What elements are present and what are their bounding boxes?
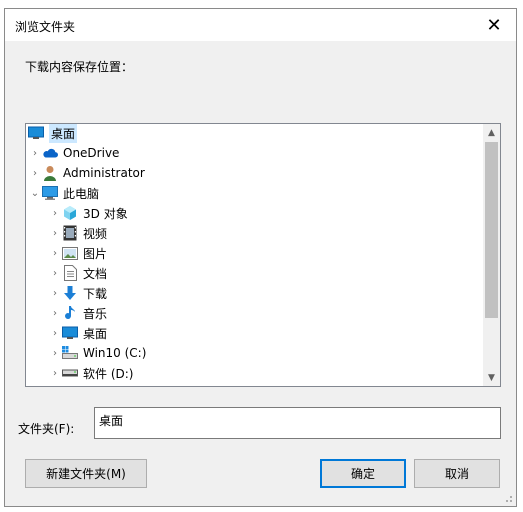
tree-item[interactable]: › 文档	[26, 263, 500, 283]
tree-item-label: Win10 (C:)	[83, 346, 147, 360]
cloud-icon	[42, 145, 58, 161]
ok-button[interactable]: 确定	[320, 459, 406, 488]
resize-grip-icon[interactable]	[503, 493, 513, 503]
tree-item[interactable]: 桌面	[26, 124, 486, 143]
chevron-right-icon[interactable]: ›	[28, 148, 42, 159]
tree-item[interactable]: › 视频	[26, 223, 500, 243]
download-icon	[62, 285, 78, 301]
desktop-icon	[28, 125, 44, 141]
chevron-right-icon[interactable]: ›	[48, 328, 62, 339]
tree-item-label: 下载	[83, 286, 108, 301]
drive-icon	[62, 365, 78, 381]
tree-item[interactable]: › Win10 (C:)	[26, 343, 500, 363]
chevron-right-icon[interactable]: ›	[48, 228, 62, 239]
tree-item-label: 图片	[83, 246, 108, 261]
documents-icon	[62, 265, 78, 281]
scroll-thumb[interactable]	[485, 142, 498, 318]
tree-item[interactable]: › 桌面	[26, 323, 500, 343]
tree-item-label: 此电脑	[63, 186, 100, 201]
chevron-down-icon[interactable]: ⌄	[28, 188, 42, 199]
folder-field-label: 文件夹(F):	[18, 422, 75, 436]
computer-icon	[42, 185, 58, 201]
close-button[interactable]: ✕	[472, 9, 516, 41]
tree-item[interactable]: › OneDrive	[26, 143, 486, 163]
desktop-icon	[62, 325, 78, 341]
music-icon	[62, 305, 78, 321]
system-drive-icon	[62, 345, 78, 361]
tree-item-label: 3D 对象	[83, 206, 128, 221]
prompt-text: 下载内容保存位置：	[25, 60, 134, 74]
tree-item[interactable]: › 3D 对象	[26, 203, 500, 223]
chevron-up-icon: ▲	[488, 127, 495, 138]
chevron-right-icon[interactable]: ›	[28, 168, 42, 179]
folder-tree[interactable]: 桌面 › OneDrive › Administrator ⌄ 此电脑 › 3D 对象 › 视频 › 图…	[25, 123, 501, 387]
chevron-right-icon[interactable]: ›	[48, 268, 62, 279]
chevron-down-icon: ▼	[488, 372, 495, 383]
close-icon: ✕	[486, 14, 502, 36]
cancel-label: 取消	[444, 467, 469, 481]
chevron-right-icon[interactable]: ›	[48, 348, 62, 359]
3d-objects-icon	[62, 205, 78, 221]
scroll-down-button[interactable]: ▼	[483, 369, 500, 386]
tree-item-label: 桌面	[83, 326, 108, 341]
title-bar: 浏览文件夹 ✕	[5, 9, 516, 41]
tree-item-label: OneDrive	[63, 146, 120, 160]
chevron-right-icon[interactable]: ›	[48, 248, 62, 259]
tree-item-label: 桌面	[49, 124, 78, 143]
browse-folder-dialog: 浏览文件夹 ✕ 下载内容保存位置： 桌面 › OneDrive › Administra…	[4, 8, 517, 507]
tree-item[interactable]: › 软件 (D:)	[26, 363, 500, 383]
vertical-scrollbar[interactable]: ▲ ▼	[483, 124, 500, 386]
new-folder-button[interactable]: 新建文件夹(M)	[25, 459, 147, 488]
chevron-right-icon[interactable]: ›	[48, 308, 62, 319]
dialog-title: 浏览文件夹	[15, 20, 76, 34]
video-icon	[62, 225, 78, 241]
tree-item-label: 软件 (D:)	[83, 366, 134, 381]
tree-item-label: 文档	[83, 266, 108, 281]
folder-input[interactable]: 桌面	[94, 407, 501, 439]
cancel-button[interactable]: 取消	[414, 459, 500, 488]
tree-item[interactable]: › 音乐	[26, 303, 500, 323]
chevron-right-icon[interactable]: ›	[48, 288, 62, 299]
tree-item[interactable]: › 下载	[26, 283, 500, 303]
tree-item[interactable]: › 图片	[26, 243, 500, 263]
scroll-up-button[interactable]: ▲	[483, 124, 500, 141]
tree-item-label: Administrator	[63, 166, 145, 180]
tree-item[interactable]: ⌄ 此电脑	[26, 183, 486, 203]
tree-item[interactable]: › Administrator	[26, 163, 486, 183]
user-icon	[42, 165, 58, 181]
ok-label: 确定	[350, 467, 375, 481]
chevron-right-icon[interactable]: ›	[48, 368, 62, 379]
chevron-right-icon[interactable]: ›	[48, 208, 62, 219]
pictures-icon	[62, 245, 78, 261]
tree-item-label: 音乐	[83, 306, 108, 321]
new-folder-label: 新建文件夹(M)	[46, 467, 126, 481]
tree-item-label: 视频	[83, 226, 108, 241]
